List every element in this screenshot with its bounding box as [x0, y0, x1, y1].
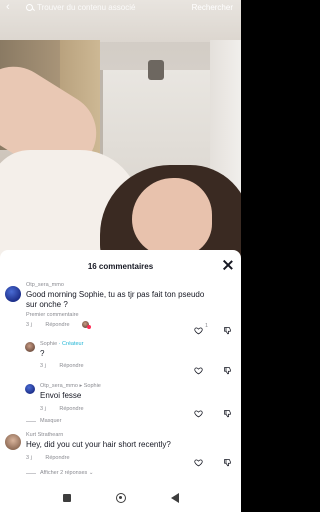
reply-age: 3 j	[40, 406, 46, 412]
comment-username[interactable]: Otp_sera_mmo	[26, 282, 64, 288]
reply-meta: 3 j Répondre	[40, 363, 96, 369]
avatar[interactable]	[5, 286, 21, 302]
reply-item: Sophie · Créateur ? 3 j Répondre	[0, 340, 241, 375]
comment-meta: 3 j Répondre	[26, 322, 82, 328]
comments-count-title: 16 commentaires	[87, 261, 154, 271]
comments-sheet: 16 commentaires Otp_sera_mmo Good mornin…	[0, 250, 241, 484]
system-nav-bar	[0, 484, 241, 512]
reply-button[interactable]: Répondre	[59, 363, 83, 369]
comment-item: Kurt Strathearn Hey, did you cut your ha…	[0, 432, 241, 484]
video-frame[interactable]	[0, 0, 241, 262]
show-replies-button[interactable]: Afficher 2 réponses ⌄	[40, 470, 93, 476]
reply-username[interactable]: Otp_sera_mmo ▸ Sophie	[40, 383, 101, 389]
like-count: 1	[205, 323, 209, 329]
dislike-icon[interactable]	[223, 322, 232, 335]
search-bar: ‹ Trouver du contenu associé Rechercher	[0, 0, 241, 14]
search-button[interactable]: Rechercher	[192, 3, 233, 12]
video-light	[148, 60, 164, 80]
dislike-icon[interactable]	[223, 362, 232, 375]
reply-age: 3 j	[40, 363, 46, 369]
avatar[interactable]	[25, 384, 35, 394]
reply-button[interactable]: Répondre	[45, 322, 69, 328]
reply-button[interactable]: Répondre	[59, 406, 83, 412]
video-face	[132, 178, 212, 256]
reply-button[interactable]: Répondre	[45, 455, 69, 461]
reply-meta: 3 j Répondre	[40, 406, 96, 412]
dislike-icon[interactable]	[223, 454, 232, 467]
reply-item: Otp_sera_mmo ▸ Sophie Envoi fesse 3 j Ré…	[0, 382, 241, 426]
reply-username-text[interactable]: Otp_sera_mmo	[40, 383, 78, 389]
heart-icon[interactable]	[194, 405, 203, 418]
reply-text: ?	[40, 349, 45, 358]
thread-divider	[26, 421, 36, 422]
comment-age: 3 j	[26, 322, 32, 328]
comment-age: 3 j	[26, 455, 32, 461]
heart-icon[interactable]	[194, 322, 203, 335]
comments-header: 16 commentaires	[0, 250, 241, 282]
reply-to-label: ▸ Sophie	[79, 383, 101, 389]
comment-text: Hey, did you cut your hair short recentl…	[26, 440, 171, 449]
avatar[interactable]	[5, 434, 21, 450]
dislike-icon[interactable]	[223, 405, 232, 418]
heart-icon[interactable]	[194, 362, 203, 375]
creator-liked-avatar	[82, 321, 91, 329]
reply-username[interactable]: Sophie · Créateur	[40, 341, 83, 347]
comment-text: Good morning Sophie, tu as tjr pas fait …	[26, 290, 205, 309]
chevron-left-icon[interactable]: ‹	[6, 1, 18, 13]
search-input[interactable]: Trouver du contenu associé	[37, 3, 192, 12]
comment-meta: 3 j Répondre	[26, 455, 82, 461]
reply-text: Envoi fesse	[40, 391, 82, 400]
home-icon[interactable]	[115, 493, 126, 503]
close-icon[interactable]	[223, 260, 233, 270]
heart-icon[interactable]	[194, 454, 203, 467]
reply-username-text[interactable]: Sophie	[40, 341, 57, 347]
recent-apps-icon[interactable]	[62, 494, 71, 502]
thread-divider	[26, 473, 36, 474]
first-comment-label: Premier commentaire	[26, 312, 79, 318]
comment-item: Otp_sera_mmo Good morning Sophie, tu as …	[0, 282, 241, 335]
comment-username[interactable]: Kurt Strathearn	[26, 432, 63, 438]
creator-badge: · Créateur	[58, 341, 84, 347]
avatar[interactable]	[25, 342, 35, 352]
back-icon[interactable]	[170, 493, 179, 503]
search-icon	[26, 3, 33, 11]
hide-replies-button[interactable]: Masquer	[40, 418, 61, 424]
